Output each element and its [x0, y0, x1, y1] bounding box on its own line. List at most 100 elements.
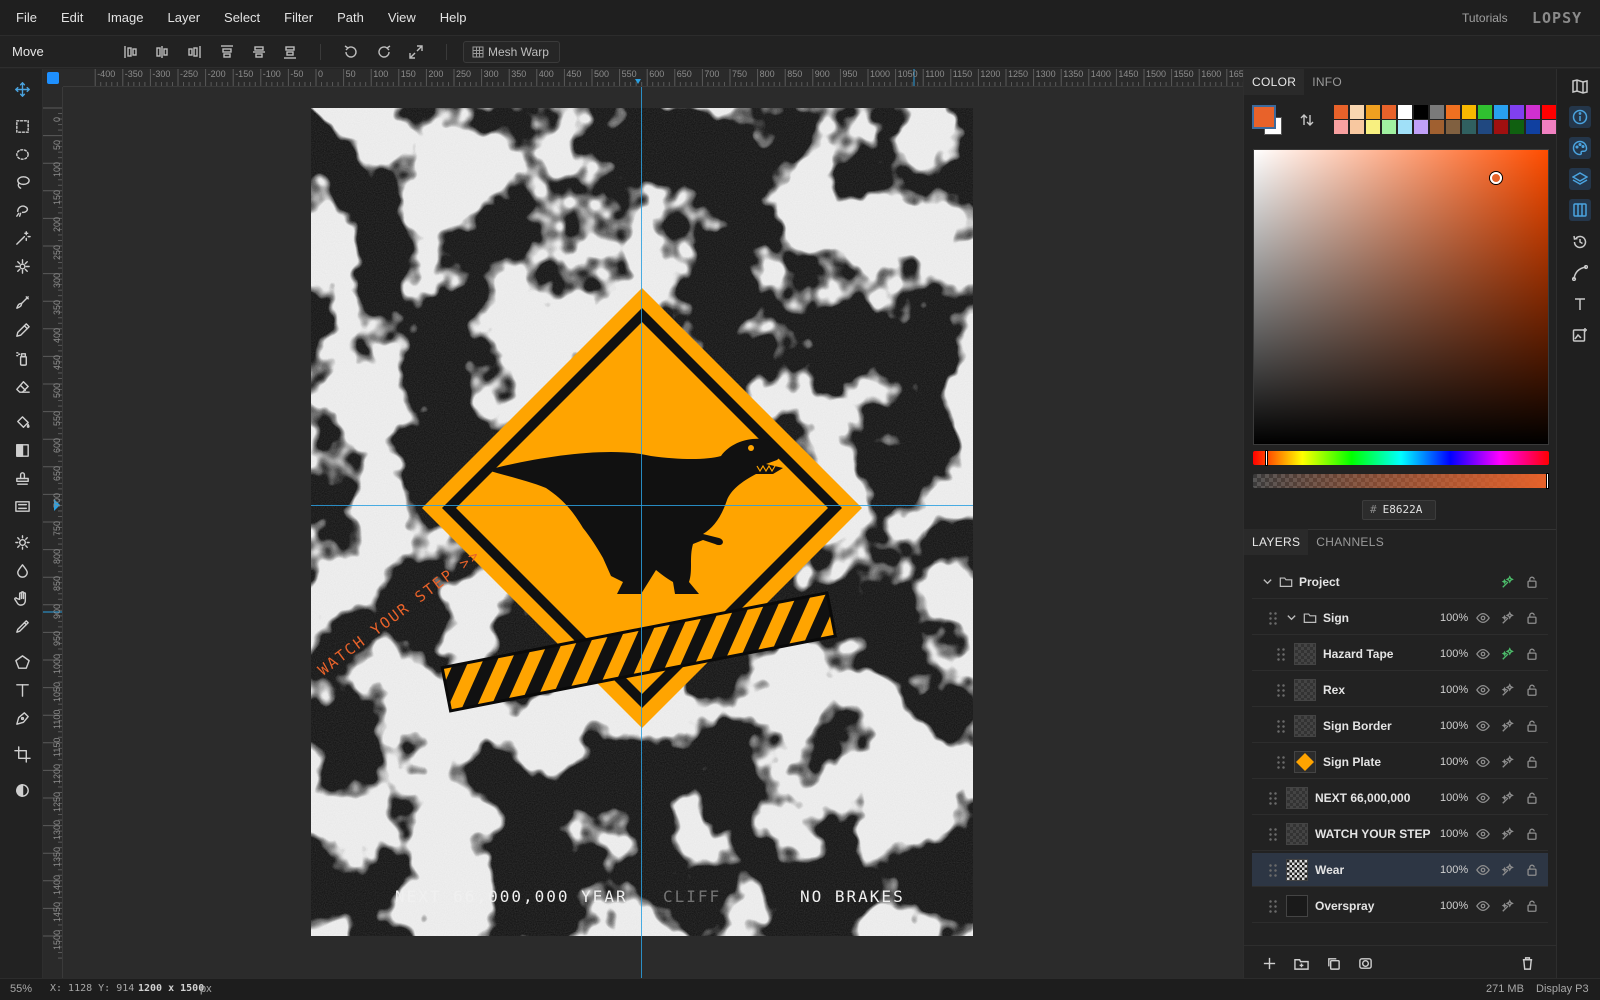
- align-bottom-icon[interactable]: [279, 42, 301, 62]
- drag-handle-icon[interactable]: [1268, 862, 1278, 877]
- lock-icon[interactable]: [1524, 610, 1540, 626]
- drag-handle-icon[interactable]: [1268, 826, 1278, 841]
- vertical-guide[interactable]: [641, 87, 642, 978]
- duplicate-layer-icon[interactable]: [1324, 954, 1342, 972]
- lasso-icon[interactable]: [8, 169, 36, 195]
- eyedropper-icon[interactable]: [8, 613, 36, 639]
- layer-row[interactable]: Overspray 100%: [1252, 889, 1548, 923]
- lock-icon[interactable]: [1524, 682, 1540, 698]
- image-add-icon[interactable]: [1569, 324, 1591, 346]
- color-swatch[interactable]: [1414, 105, 1428, 119]
- tutorials-link[interactable]: Tutorials: [1462, 11, 1508, 25]
- layer-opacity[interactable]: 100%: [1440, 828, 1468, 840]
- color-swatch[interactable]: [1510, 120, 1524, 134]
- color-swatch[interactable]: [1430, 105, 1444, 119]
- layer-effects-icon[interactable]: [1500, 898, 1516, 914]
- lock-icon[interactable]: [1524, 898, 1540, 914]
- color-swatch[interactable]: [1494, 105, 1508, 119]
- sv-handle[interactable]: [1490, 172, 1502, 184]
- drag-handle-icon[interactable]: [1276, 718, 1286, 733]
- drag-handle-icon[interactable]: [1268, 610, 1278, 625]
- color-swatch[interactable]: [1526, 120, 1540, 134]
- lock-icon[interactable]: [1524, 862, 1540, 878]
- pen-icon[interactable]: [8, 705, 36, 731]
- tab-channels[interactable]: CHANNELS: [1308, 529, 1392, 555]
- tab-layers[interactable]: LAYERS: [1244, 529, 1309, 555]
- layer-row[interactable]: Sign Plate 100%: [1252, 745, 1548, 779]
- layer-row[interactable]: WATCH YOUR STEP 100%: [1252, 817, 1548, 851]
- pattern-icon[interactable]: [8, 493, 36, 519]
- align-center-h-icon[interactable]: [151, 42, 173, 62]
- move-tool-icon[interactable]: [8, 76, 36, 102]
- drag-handle-icon[interactable]: [1276, 682, 1286, 697]
- color-swatch[interactable]: [1414, 120, 1428, 134]
- pencil-icon[interactable]: [8, 317, 36, 343]
- layer-effects-icon[interactable]: [1500, 718, 1516, 734]
- layers-icon[interactable]: [1569, 168, 1591, 190]
- info-icon[interactable]: [1569, 106, 1591, 128]
- layer-effects-icon[interactable]: [1500, 862, 1516, 878]
- magnetic-lasso-icon[interactable]: [8, 197, 36, 223]
- layer-opacity[interactable]: 100%: [1440, 756, 1468, 768]
- chevron-down-icon[interactable]: [1286, 612, 1297, 623]
- lock-icon[interactable]: [1524, 718, 1540, 734]
- lock-icon[interactable]: [1524, 826, 1540, 842]
- ruler-left[interactable]: 0 50 100 150 200 250 300 350 400 450 500 550 600 650 7…: [43, 87, 63, 978]
- menu-file[interactable]: File: [0, 10, 49, 25]
- drag-handle-icon[interactable]: [1276, 754, 1286, 769]
- horizontal-guide[interactable]: [311, 505, 973, 506]
- history-icon[interactable]: [1569, 231, 1591, 253]
- eraser-icon[interactable]: [8, 373, 36, 399]
- color-swatch[interactable]: [1430, 120, 1444, 134]
- color-swatch[interactable]: [1366, 120, 1380, 134]
- color-swatch[interactable]: [1382, 105, 1396, 119]
- delete-layer-icon[interactable]: [1518, 954, 1536, 972]
- layer-row[interactable]: Hazard Tape 100%: [1252, 637, 1548, 671]
- layer-effects-icon[interactable]: [1500, 754, 1516, 770]
- layer-opacity[interactable]: 100%: [1440, 612, 1468, 624]
- stamp-icon[interactable]: [8, 465, 36, 491]
- menu-view[interactable]: View: [376, 10, 428, 25]
- layer-opacity[interactable]: 100%: [1440, 900, 1468, 912]
- menu-layer[interactable]: Layer: [156, 10, 213, 25]
- lock-icon[interactable]: [1524, 790, 1540, 806]
- zoom-level[interactable]: 55%: [10, 983, 32, 995]
- dodge-icon[interactable]: [8, 529, 36, 555]
- alpha-handle[interactable]: [1546, 473, 1549, 489]
- layer-effects-icon[interactable]: [1500, 790, 1516, 806]
- visibility-eye-icon[interactable]: [1475, 754, 1491, 770]
- layer-row[interactable]: Sign Border 100%: [1252, 709, 1548, 743]
- color-swatch[interactable]: [1510, 105, 1524, 119]
- color-swatch[interactable]: [1542, 105, 1556, 119]
- color-swatch[interactable]: [1542, 120, 1556, 134]
- blur-drop-icon[interactable]: [8, 557, 36, 583]
- foreground-color-swatch[interactable]: [1252, 105, 1276, 129]
- path-curve-icon[interactable]: [1569, 262, 1591, 284]
- drag-handle-icon[interactable]: [1268, 898, 1278, 913]
- color-swatch[interactable]: [1494, 120, 1508, 134]
- tab-color[interactable]: COLOR: [1244, 69, 1305, 95]
- ruler-corner[interactable]: [43, 69, 63, 87]
- color-swatch[interactable]: [1462, 120, 1476, 134]
- visibility-eye-icon[interactable]: [1475, 898, 1491, 914]
- layer-opacity[interactable]: 100%: [1440, 684, 1468, 696]
- palette-icon[interactable]: [1569, 137, 1591, 159]
- align-top-icon[interactable]: [216, 42, 238, 62]
- rect-marquee-icon[interactable]: [8, 113, 36, 139]
- quick-select-icon[interactable]: [8, 253, 36, 279]
- layer-row[interactable]: Wear 100%: [1252, 853, 1548, 887]
- columns-icon[interactable]: [1569, 199, 1591, 221]
- lock-icon[interactable]: [1524, 646, 1540, 662]
- color-swatch[interactable]: [1382, 120, 1396, 134]
- visibility-eye-icon[interactable]: [1475, 610, 1491, 626]
- layer-effects-icon[interactable]: [1500, 574, 1516, 590]
- expand-icon[interactable]: [405, 42, 427, 62]
- layer-effects-icon[interactable]: [1500, 682, 1516, 698]
- color-swatch[interactable]: [1526, 105, 1540, 119]
- color-swatch[interactable]: [1398, 105, 1412, 119]
- lock-icon[interactable]: [1524, 574, 1540, 590]
- color-swatch[interactable]: [1350, 120, 1364, 134]
- mesh-warp-button[interactable]: Mesh Warp: [463, 41, 560, 63]
- type-icon[interactable]: [1569, 293, 1591, 315]
- visibility-eye-icon[interactable]: [1475, 790, 1491, 806]
